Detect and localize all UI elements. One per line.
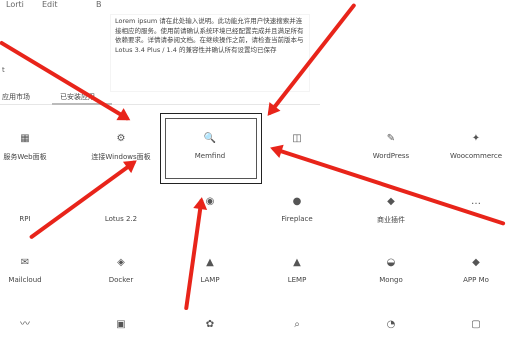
image-icon: ▣ (116, 319, 126, 330)
app-tile-label: 服务Web面板 (3, 153, 47, 161)
top-bar: Lorti Edit B (0, 0, 512, 14)
app-tile[interactable]: ● Fireplace (262, 195, 332, 223)
app-tile[interactable]: ◉ (160, 195, 260, 215)
menu-item[interactable]: Lorti (6, 0, 24, 9)
app-tile-label: APP Mo (463, 276, 489, 284)
lamp-icon: ▲ (206, 257, 214, 268)
blank-icon (82, 195, 160, 209)
app-tile-label: 商业插件 (377, 216, 405, 224)
tab-app-market[interactable]: 应用市场 (2, 92, 30, 102)
wave-icon: 〰 (20, 319, 30, 330)
app-tile[interactable]: 〰 (0, 318, 50, 338)
app-tile[interactable]: ◆ APP Mo (440, 256, 512, 284)
app-tile[interactable]: ▣ (82, 318, 160, 338)
ghost-icon: ● (292, 196, 302, 207)
app-tile[interactable]: ◈ Docker (82, 256, 160, 284)
app-tile[interactable]: ▲ LEMP (262, 256, 332, 284)
app-tile[interactable]: ✉ Mailcloud (0, 256, 50, 284)
app-tile[interactable]: ◔ (352, 318, 430, 338)
app-tile-label: RPI (19, 215, 31, 223)
app-tile-label: WordPress (372, 152, 410, 160)
search2-icon: ⌕ (294, 319, 300, 330)
app-tile[interactable]: ✦ Woocommerce (440, 132, 512, 160)
lock-icon: ▢ (471, 319, 481, 330)
gear-icon: ⚙ (116, 133, 126, 144)
app-tile[interactable]: ◆ 商业插件 (352, 195, 430, 225)
app-tile[interactable]: ▦ 服务Web面板 (0, 132, 50, 162)
gear2-icon: ✿ (205, 319, 215, 330)
annotation-arrow (184, 198, 204, 311)
wordpress-alt-icon: ✦ (471, 133, 481, 144)
menu-item[interactable]: Edit (42, 0, 58, 9)
side-label: t (2, 66, 5, 74)
app-tile[interactable]: RPI (0, 195, 50, 223)
grid-icon: ▦ (20, 133, 30, 144)
app-tile-label: Mongo (379, 276, 403, 284)
app-tile[interactable]: ⚙ 连接Windows面板 (82, 132, 160, 162)
app-tile[interactable]: ▢ (440, 318, 512, 338)
app-tile[interactable]: ⌕ (262, 318, 332, 338)
app-tile-label: Lotus 2.2 (104, 215, 138, 223)
blank-icon (0, 195, 50, 209)
menu-item[interactable]: B (96, 0, 102, 9)
app-tile[interactable]: 🔍 Memfind (160, 132, 260, 160)
app-tile-label: Memfind (194, 152, 226, 160)
app-tile-label: Woocommerce (449, 152, 503, 160)
app-tile[interactable]: ▲ LAMP (160, 256, 260, 284)
app-tile-label: Docker (108, 276, 134, 284)
app-tile-label: Mailcloud (8, 276, 42, 284)
mongo-icon: ◒ (386, 257, 396, 268)
app-tile[interactable]: Lotus 2.2 (82, 195, 160, 223)
app-tile-label: Fireplace (281, 215, 313, 223)
gem-icon: ◆ (472, 257, 480, 268)
tooltip-popup: Lorem ipsum 请在此处输入说明。此功能允许用户快速搜索并连接相应的服务… (110, 14, 310, 92)
mail-icon: ✉ (20, 257, 30, 268)
app-tile-label: 连接Windows面板 (91, 153, 151, 161)
app-tile[interactable]: ◒ Mongo (352, 256, 430, 284)
app-tile[interactable]: ✎ WordPress (352, 132, 430, 160)
lemp-icon: ▲ (293, 257, 301, 268)
docker-icon: ◈ (117, 257, 125, 268)
app-tile-label: LAMP (200, 276, 220, 284)
app-tile-label: LEMP (287, 276, 307, 284)
tooltip-text: Lorem ipsum 请在此处输入说明。此功能允许用户快速搜索并连接相应的服务… (115, 17, 304, 54)
camera-icon: ◉ (205, 196, 215, 207)
wordpress-icon: ✎ (386, 133, 396, 144)
search-icon: 🔍 (203, 133, 217, 144)
app-tile[interactable]: ✿ (160, 318, 260, 338)
clock-icon: ◔ (386, 319, 396, 330)
